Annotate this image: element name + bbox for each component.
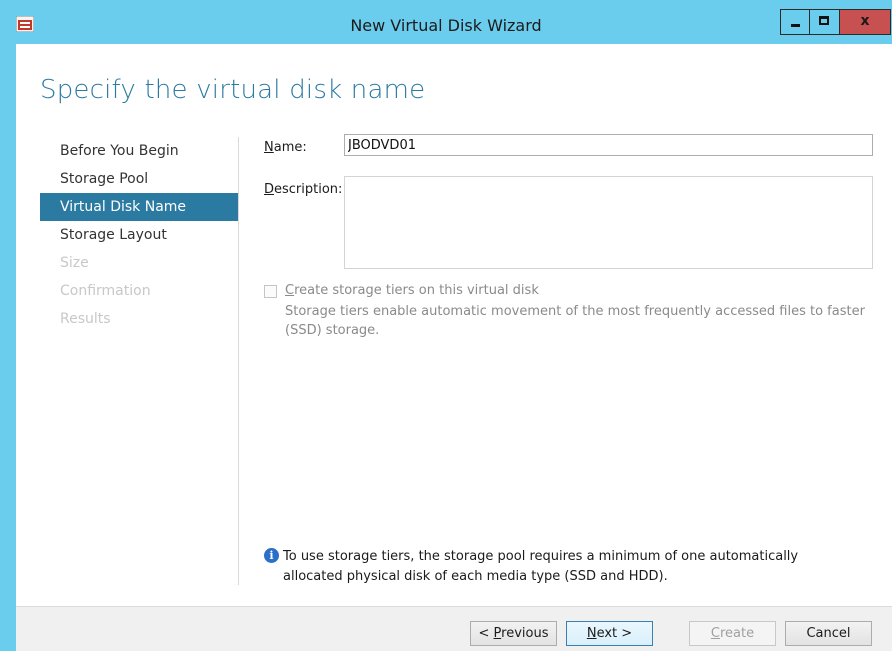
nav-item-size: Size [60,255,89,271]
nav-item-before-you-begin[interactable]: Before You Begin [40,137,238,165]
cancel-button[interactable]: Cancel [785,621,872,646]
name-input[interactable] [344,134,873,156]
nav-item-storage-pool[interactable]: Storage Pool [40,165,238,193]
nav-item-results: Results [60,311,111,327]
storage-tiers-label-text: reate storage tiers on this virtual disk [294,283,539,298]
wizard-nav: Before You Begin Storage Pool Virtual Di… [40,137,238,333]
next-button-mnemonic: N [586,626,597,641]
nav-item-storage-layout[interactable]: Storage Layout [40,221,238,249]
minimize-icon [791,24,800,27]
storage-tiers-checkbox [264,285,277,298]
name-label: Name: [264,140,307,155]
description-input[interactable] [344,176,873,269]
window-title: New Virtual Disk Wizard [350,16,542,35]
minimize-button[interactable] [780,9,810,35]
next-button-text: ext > [596,626,633,641]
wizard-footer: < Previous Next > Create Cancel [16,606,892,651]
create-button-text: reate [719,626,755,641]
page-title: Specify the virtual disk name [40,75,426,105]
maximize-button[interactable] [810,9,840,35]
previous-button[interactable]: < Previous [470,621,557,646]
title-bar[interactable]: New Virtual Disk Wizard x [0,0,892,44]
description-label-mnemonic: D [264,182,275,197]
nav-item-virtual-disk-name[interactable]: Virtual Disk Name [40,193,238,221]
storage-tiers-description: Storage tiers enable automatic movement … [285,304,865,338]
maximize-icon [819,16,829,25]
previous-button-arrow: < [478,626,494,641]
create-button-mnemonic: C [710,626,720,641]
name-label-mnemonic: N [264,140,274,155]
nav-divider [238,137,239,585]
storage-tiers-info-text: To use storage tiers, the storage pool r… [283,549,799,584]
wizard-client-area: Specify the virtual disk name Before You… [16,44,892,651]
storage-tiers-mnemonic: C [285,283,295,298]
description-label-text: escription: [274,182,343,197]
previous-button-text: revious [501,626,549,641]
description-label: Description: [264,182,342,197]
previous-button-mnemonic: P [493,626,502,641]
wizard-window: New Virtual Disk Wizard x Specify the vi… [0,0,892,651]
close-button[interactable]: x [840,9,891,35]
create-button: Create [689,621,776,646]
storage-tiers-checkbox-label: Create storage tiers on this virtual dis… [285,283,539,298]
name-label-text: ame: [273,140,307,155]
nav-item-confirmation: Confirmation [60,283,151,299]
close-icon: x [860,13,870,29]
next-button[interactable]: Next > [566,621,653,646]
info-icon: i [264,548,279,563]
